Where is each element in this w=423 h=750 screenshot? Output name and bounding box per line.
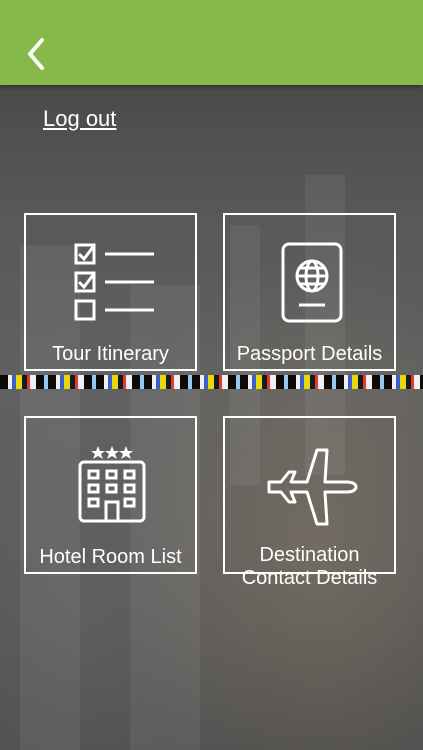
airplane-icon	[267, 448, 358, 526]
passport-icon	[281, 242, 343, 323]
tour-itinerary-tile[interactable]: Tour Itinerary	[24, 213, 197, 371]
back-button[interactable]	[20, 34, 52, 74]
tile-label: Tour Itinerary	[52, 343, 169, 365]
checklist-icon	[74, 243, 154, 321]
top-app-bar	[0, 0, 423, 85]
logout-link[interactable]: Log out	[43, 106, 116, 132]
tile-label: Hotel Room List	[39, 546, 182, 568]
passport-details-tile[interactable]: Passport Details	[223, 213, 396, 371]
hotel-room-list-tile[interactable]: Hotel Room List	[24, 416, 197, 574]
chevron-left-icon	[28, 38, 44, 70]
render-glitch-strip	[0, 375, 423, 389]
destination-contact-details-tile[interactable]: Destination Contact Details	[223, 416, 396, 589]
tile-label-line-2: Contact Details	[241, 567, 378, 589]
tile-label: Passport Details	[236, 343, 383, 365]
tile-label-line-1: Destination	[259, 544, 360, 566]
hotel-building-icon	[78, 446, 146, 523]
